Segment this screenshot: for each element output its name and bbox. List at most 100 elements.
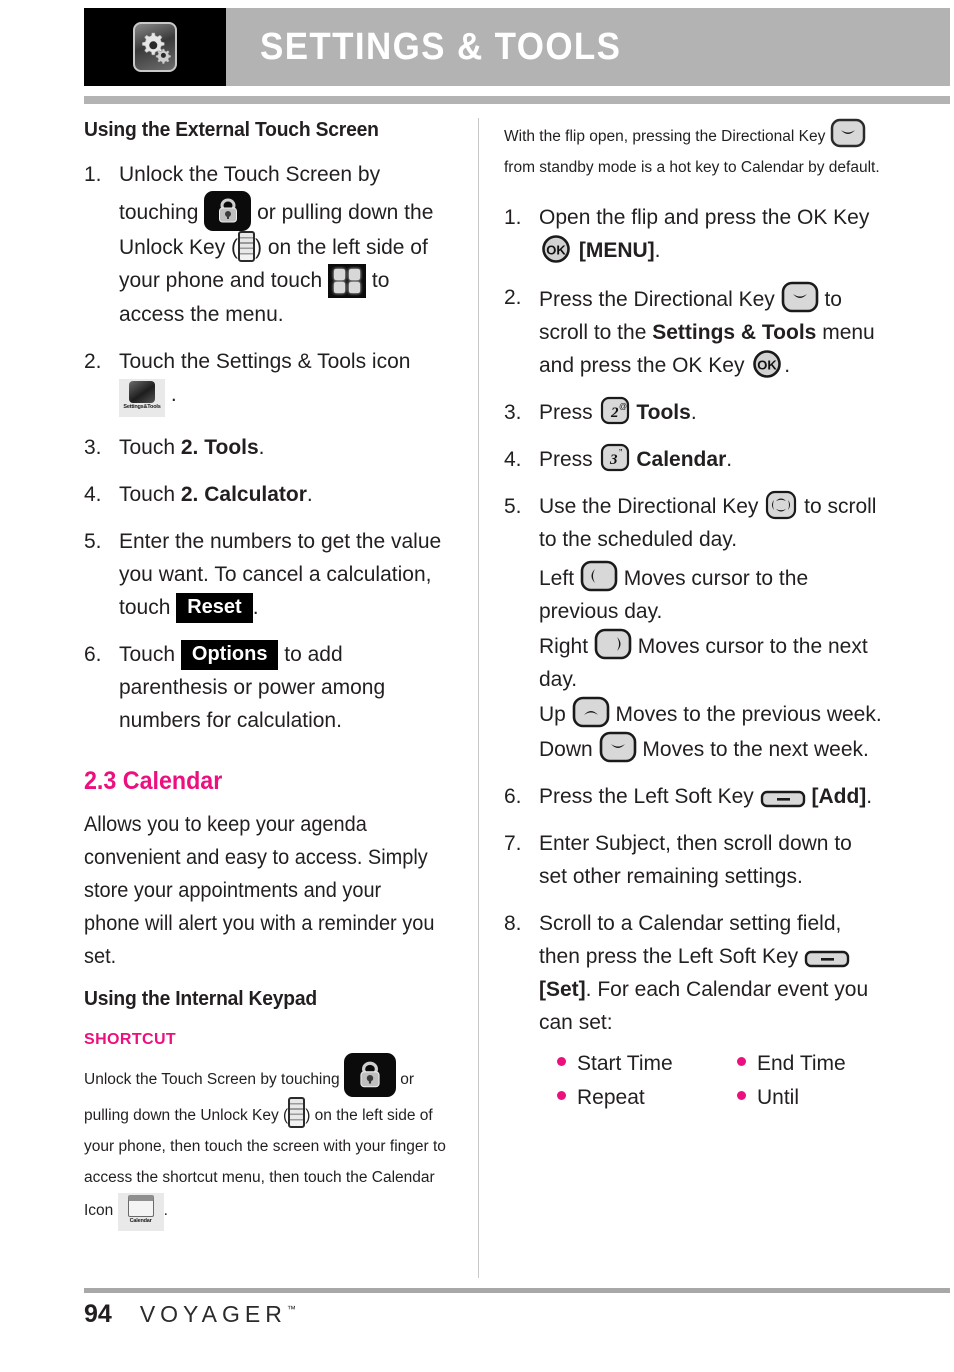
- svg-text:3: 3: [609, 452, 618, 468]
- settings-tools-app-icon: Settings&Tools: [119, 379, 165, 417]
- bullet-dot-icon: [557, 1057, 566, 1066]
- left-soft-key-icon: [804, 948, 850, 970]
- directional-key-4way-icon: [764, 490, 798, 520]
- step-number: 4.: [84, 483, 102, 506]
- step-bold-1: 2. Calculator: [180, 483, 307, 506]
- unlock-key-icon: [238, 231, 256, 262]
- lock-icon: [204, 191, 252, 231]
- brand-name: VOYAGER: [139, 1301, 287, 1327]
- keypad-key-3-icon: 3 ”: [599, 443, 631, 473]
- direction-up-row: Up Moves to the previous week.: [539, 696, 884, 731]
- step-text-1: Open the flip and press the OK Key: [539, 206, 870, 229]
- svg-text:OK: OK: [758, 358, 778, 373]
- reset-button[interactable]: Reset: [176, 593, 253, 623]
- section-heading-calendar: 2.3 Calendar: [84, 767, 223, 795]
- options-button[interactable]: Options: [180, 640, 279, 670]
- event-field-label: End Time: [757, 1052, 846, 1075]
- step-text-1: Touch: [119, 643, 176, 666]
- list-item: 7. Enter Subject, then scroll down to se…: [504, 827, 884, 893]
- step-number: 1.: [504, 206, 522, 229]
- step-bold-1: Calendar: [636, 448, 727, 471]
- step-number: 3.: [84, 436, 102, 459]
- header-banner: SETTINGS & TOOLS: [226, 8, 950, 86]
- list-item: 4. Press 3 ” Calendar.: [504, 443, 884, 476]
- menu-grid-icon: [328, 264, 367, 298]
- direction-desc: Moves to the next week.: [642, 738, 869, 761]
- step-text-1: Press: [539, 448, 593, 471]
- svg-text:2: 2: [610, 405, 619, 421]
- step-text-2: . For each Calendar event you can set:: [539, 978, 869, 1034]
- step-number: 1.: [84, 163, 102, 186]
- step-bold-1: [Set]: [539, 978, 586, 1001]
- step-text-1: Press the Directional Key: [539, 288, 775, 311]
- list-item: 6. Touch Options to add parenthesis or p…: [84, 638, 454, 737]
- step-bold-1: Settings & Tools: [652, 321, 817, 344]
- unlock-key-icon: [288, 1097, 306, 1128]
- shortcut-body: Unlock the Touch Screen by touching or p…: [84, 1053, 454, 1231]
- flip-note: With the flip open, pressing the Directi…: [504, 118, 884, 183]
- shortcut-text-1: Unlock the Touch Screen by touching: [84, 1071, 340, 1088]
- header-icon-box: [84, 8, 226, 86]
- trademark-symbol: ™: [286, 1304, 296, 1314]
- step-text-2: .: [690, 401, 697, 424]
- step-text-1: Enter the numbers to get the value you w…: [119, 530, 442, 619]
- list-item: 5. Enter the numbers to get the value yo…: [84, 525, 454, 624]
- step-text-1: Enter Subject, then scroll down to set o…: [539, 832, 852, 888]
- step-text-1: Touch the Settings & Tools icon: [119, 350, 411, 373]
- step-text-1: Use the Directional Key: [539, 495, 759, 518]
- list-item: Repeat: [557, 1081, 737, 1115]
- directional-key-down-icon: [599, 731, 637, 763]
- footer-rule: [84, 1288, 950, 1293]
- step-number: 2.: [84, 350, 102, 373]
- event-field-label: Repeat: [577, 1086, 645, 1109]
- direction-right-row: Right Moves cursor to the next day.: [539, 628, 884, 696]
- step-bold-1: [MENU]: [578, 239, 655, 262]
- step-text-2: .: [258, 436, 265, 459]
- step-text-2: .: [866, 785, 873, 808]
- list-item: 3. Touch 2. Tools.: [84, 431, 454, 464]
- step-number: 6.: [84, 643, 102, 666]
- directional-key-down-icon: [830, 118, 866, 148]
- step-number: 6.: [504, 785, 522, 808]
- list-item: 4. Touch 2. Calculator.: [84, 478, 454, 511]
- directional-key-left-icon: [580, 560, 618, 592]
- svg-text:OK: OK: [546, 243, 566, 258]
- ok-key-icon: OK: [539, 234, 573, 264]
- step-number: 3.: [504, 401, 522, 424]
- direction-label: Down: [539, 738, 593, 761]
- step-number: 5.: [84, 530, 102, 553]
- direction-left-row: Left Moves cursor to the previous day.: [539, 560, 884, 628]
- column-divider: [478, 118, 479, 1278]
- direction-down-row: Down Moves to the next week.: [539, 731, 884, 766]
- note-text-1: With the flip open, pressing the Directi…: [504, 128, 826, 145]
- bullet-dot-icon: [557, 1091, 566, 1100]
- calendar-app-icon: Calendar: [117, 1193, 164, 1231]
- bullet-dot-icon: [737, 1091, 746, 1100]
- shortcut-text-4: .: [163, 1202, 168, 1219]
- event-field-label: Start Time: [577, 1052, 673, 1075]
- page-header: SETTINGS & TOOLS: [84, 8, 950, 86]
- svg-text:@: @: [619, 402, 627, 411]
- page-number: 94: [84, 1300, 112, 1328]
- step-number: 4.: [504, 448, 522, 471]
- step-text-1: Touch: [119, 436, 181, 459]
- bullet-dot-icon: [737, 1057, 746, 1066]
- direction-label: Up: [539, 703, 566, 726]
- heading-using-external-touch-screen: Using the External Touch Screen: [84, 118, 379, 141]
- keypad-key-2-icon: 2 @: [599, 396, 631, 426]
- step-text-1: Scroll to a Calendar setting field, then…: [539, 912, 842, 968]
- gear-icon: [133, 22, 177, 72]
- note-text-2: from standby mode is a hot key to Calend…: [504, 159, 880, 176]
- header-rule: [84, 96, 950, 104]
- section-body-calendar: Allows you to keep your agenda convenien…: [84, 813, 435, 968]
- step-number: 8.: [504, 912, 522, 935]
- step-text-2: .: [306, 483, 313, 506]
- step-text-1: Press: [539, 401, 593, 424]
- list-item: 1. Unlock the Touch Screen by touching o…: [84, 158, 454, 331]
- svg-text:”: ”: [619, 448, 622, 459]
- external-steps-list: 1. Unlock the Touch Screen by touching o…: [84, 158, 454, 737]
- step-text-2: .: [170, 383, 177, 406]
- direction-label: Right: [539, 635, 589, 658]
- calendar-event-fields-list: Start Time End Time Repeat Until: [557, 1047, 917, 1115]
- direction-desc: Moves cursor to the next day.: [539, 635, 868, 691]
